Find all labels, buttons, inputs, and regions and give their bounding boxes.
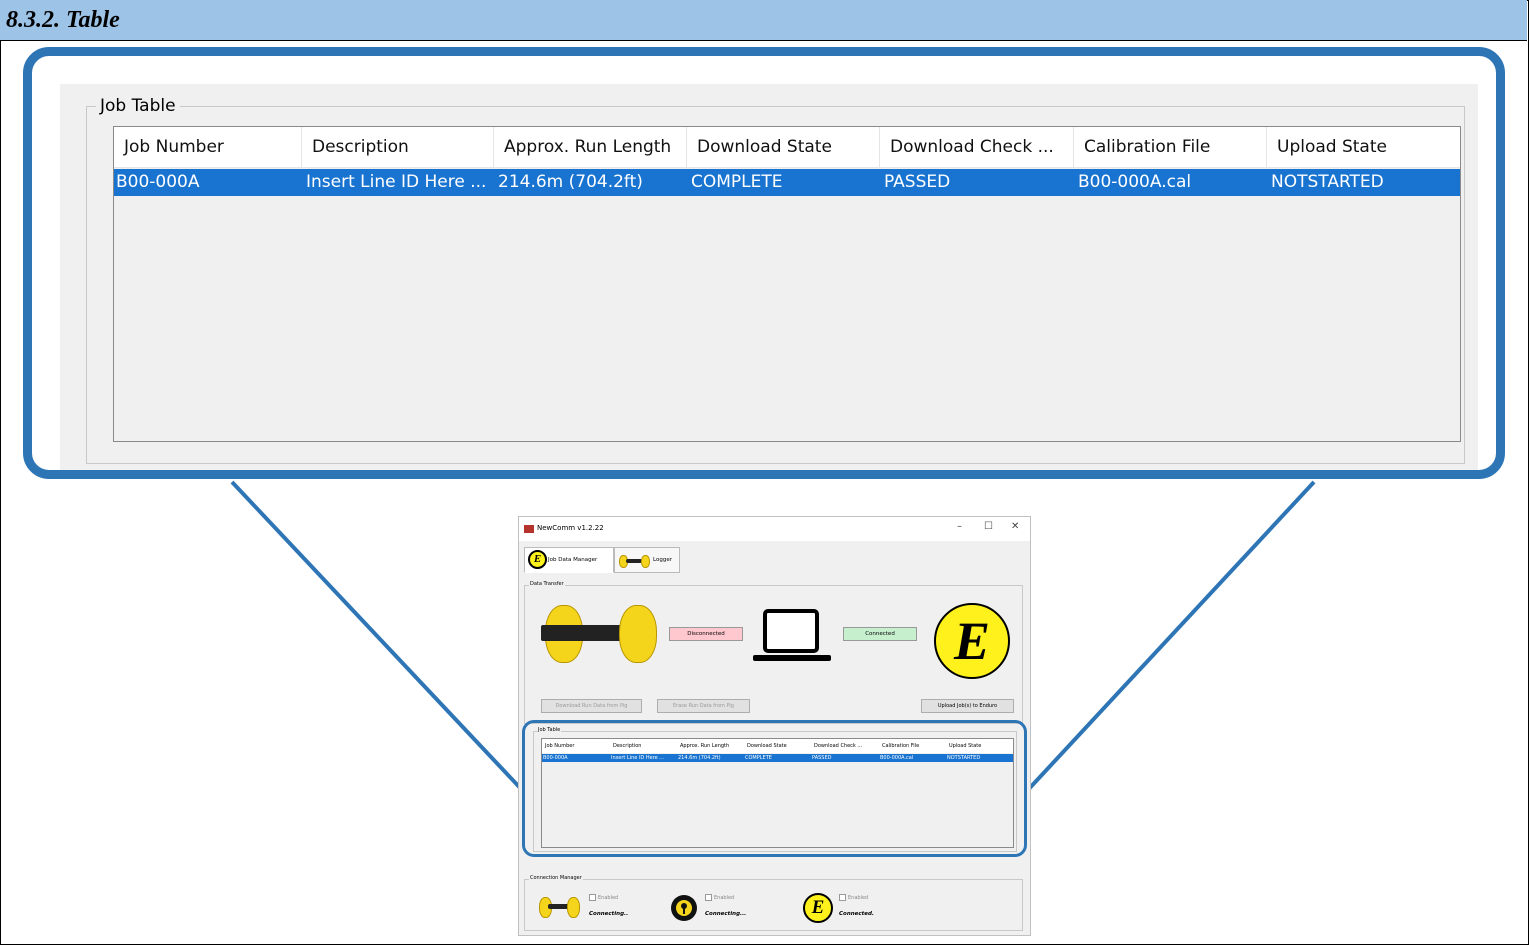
job-table[interactable]: Job Number Description Approx. Run Lengt… [113, 126, 1461, 442]
enduro-logo-icon: E [528, 550, 547, 569]
connection-manager-legend: Connection Manager [529, 875, 583, 881]
enduro-connection-icon: E [803, 893, 833, 923]
enduro-logo-icon: E [934, 603, 1010, 679]
mini-callout-highlight [522, 720, 1027, 857]
column-header-download-check[interactable]: Download Check ... [880, 127, 1074, 167]
tab-label: Job Data Manager [548, 557, 598, 563]
maximize-button[interactable]: ☐ [984, 521, 993, 532]
pig-enabled-checkbox[interactable]: Enabled [589, 894, 618, 901]
enduro-status-indicator: Connected [843, 627, 917, 641]
app-icon [524, 525, 534, 533]
enduro-connection-status: Connected. [839, 911, 875, 917]
cell-download-state: COMPLETE [691, 172, 783, 192]
column-header-upload-state[interactable]: Upload State [1267, 127, 1460, 167]
window-title: NewComm v1.2.22 [537, 524, 604, 532]
section-header: 8.3.2. Table [0, 0, 1527, 41]
column-header-download-state[interactable]: Download State [687, 127, 880, 167]
column-header-description[interactable]: Description [302, 127, 494, 167]
column-header-calibration-file[interactable]: Calibration File [1074, 127, 1267, 167]
enduro-enabled-checkbox[interactable]: Enabled [839, 894, 868, 901]
table-header: Job Number Description Approx. Run Lengt… [114, 127, 1460, 168]
pig-connection-status: Connecting.. [589, 911, 629, 917]
erase-run-data-button[interactable]: Erase Run Data from Pig [657, 699, 750, 713]
data-transfer-legend: Data Transfer [529, 581, 565, 587]
section-title: 8.3.2. Table [6, 7, 120, 33]
minimize-button[interactable]: – [957, 521, 962, 532]
connection-manager-group [524, 879, 1023, 931]
column-header-job-number[interactable]: Job Number [114, 127, 302, 167]
pig-status-indicator: Disconnected [669, 627, 743, 641]
table-row[interactable]: B00-000A Insert Line ID Here ... 214.6m … [114, 169, 1460, 196]
cell-job-number: B00-000A [116, 172, 200, 192]
pig-connection-icon [539, 897, 580, 918]
cell-upload-state: NOTSTARTED [1271, 172, 1384, 192]
beacon-connection-status: Connecting... [705, 911, 747, 917]
tab-label: Logger [653, 557, 672, 563]
beacon-enabled-checkbox[interactable]: Enabled [705, 894, 734, 901]
zoom-content: Job Table Job Number Description Approx.… [60, 84, 1478, 470]
download-run-data-button[interactable]: Download Run Data from Pig [541, 699, 642, 713]
cell-run-length: 214.6m (704.2ft) [498, 172, 643, 192]
pig-icon [619, 555, 650, 568]
laptop-icon [753, 609, 831, 661]
pig-device-image [539, 603, 659, 663]
beacon-icon [671, 895, 697, 921]
tab-job-data-manager[interactable]: E Job Data Manager [524, 547, 614, 573]
title-bar: NewComm v1.2.22 – ☐ ✕ [519, 517, 1030, 541]
zoom-callout: Job Table Job Number Description Approx.… [23, 47, 1505, 479]
cell-description: Insert Line ID Here ... [306, 172, 487, 192]
cell-calibration-file: B00-000A.cal [1078, 172, 1192, 192]
column-header-run-length[interactable]: Approx. Run Length [494, 127, 687, 167]
cell-download-check: PASSED [884, 172, 951, 192]
upload-jobs-button[interactable]: Upload Job(s) to Enduro [921, 699, 1014, 713]
tab-logger[interactable]: Logger [614, 547, 680, 573]
close-button[interactable]: ✕ [1011, 521, 1019, 532]
job-table-legend: Job Table [96, 96, 180, 116]
